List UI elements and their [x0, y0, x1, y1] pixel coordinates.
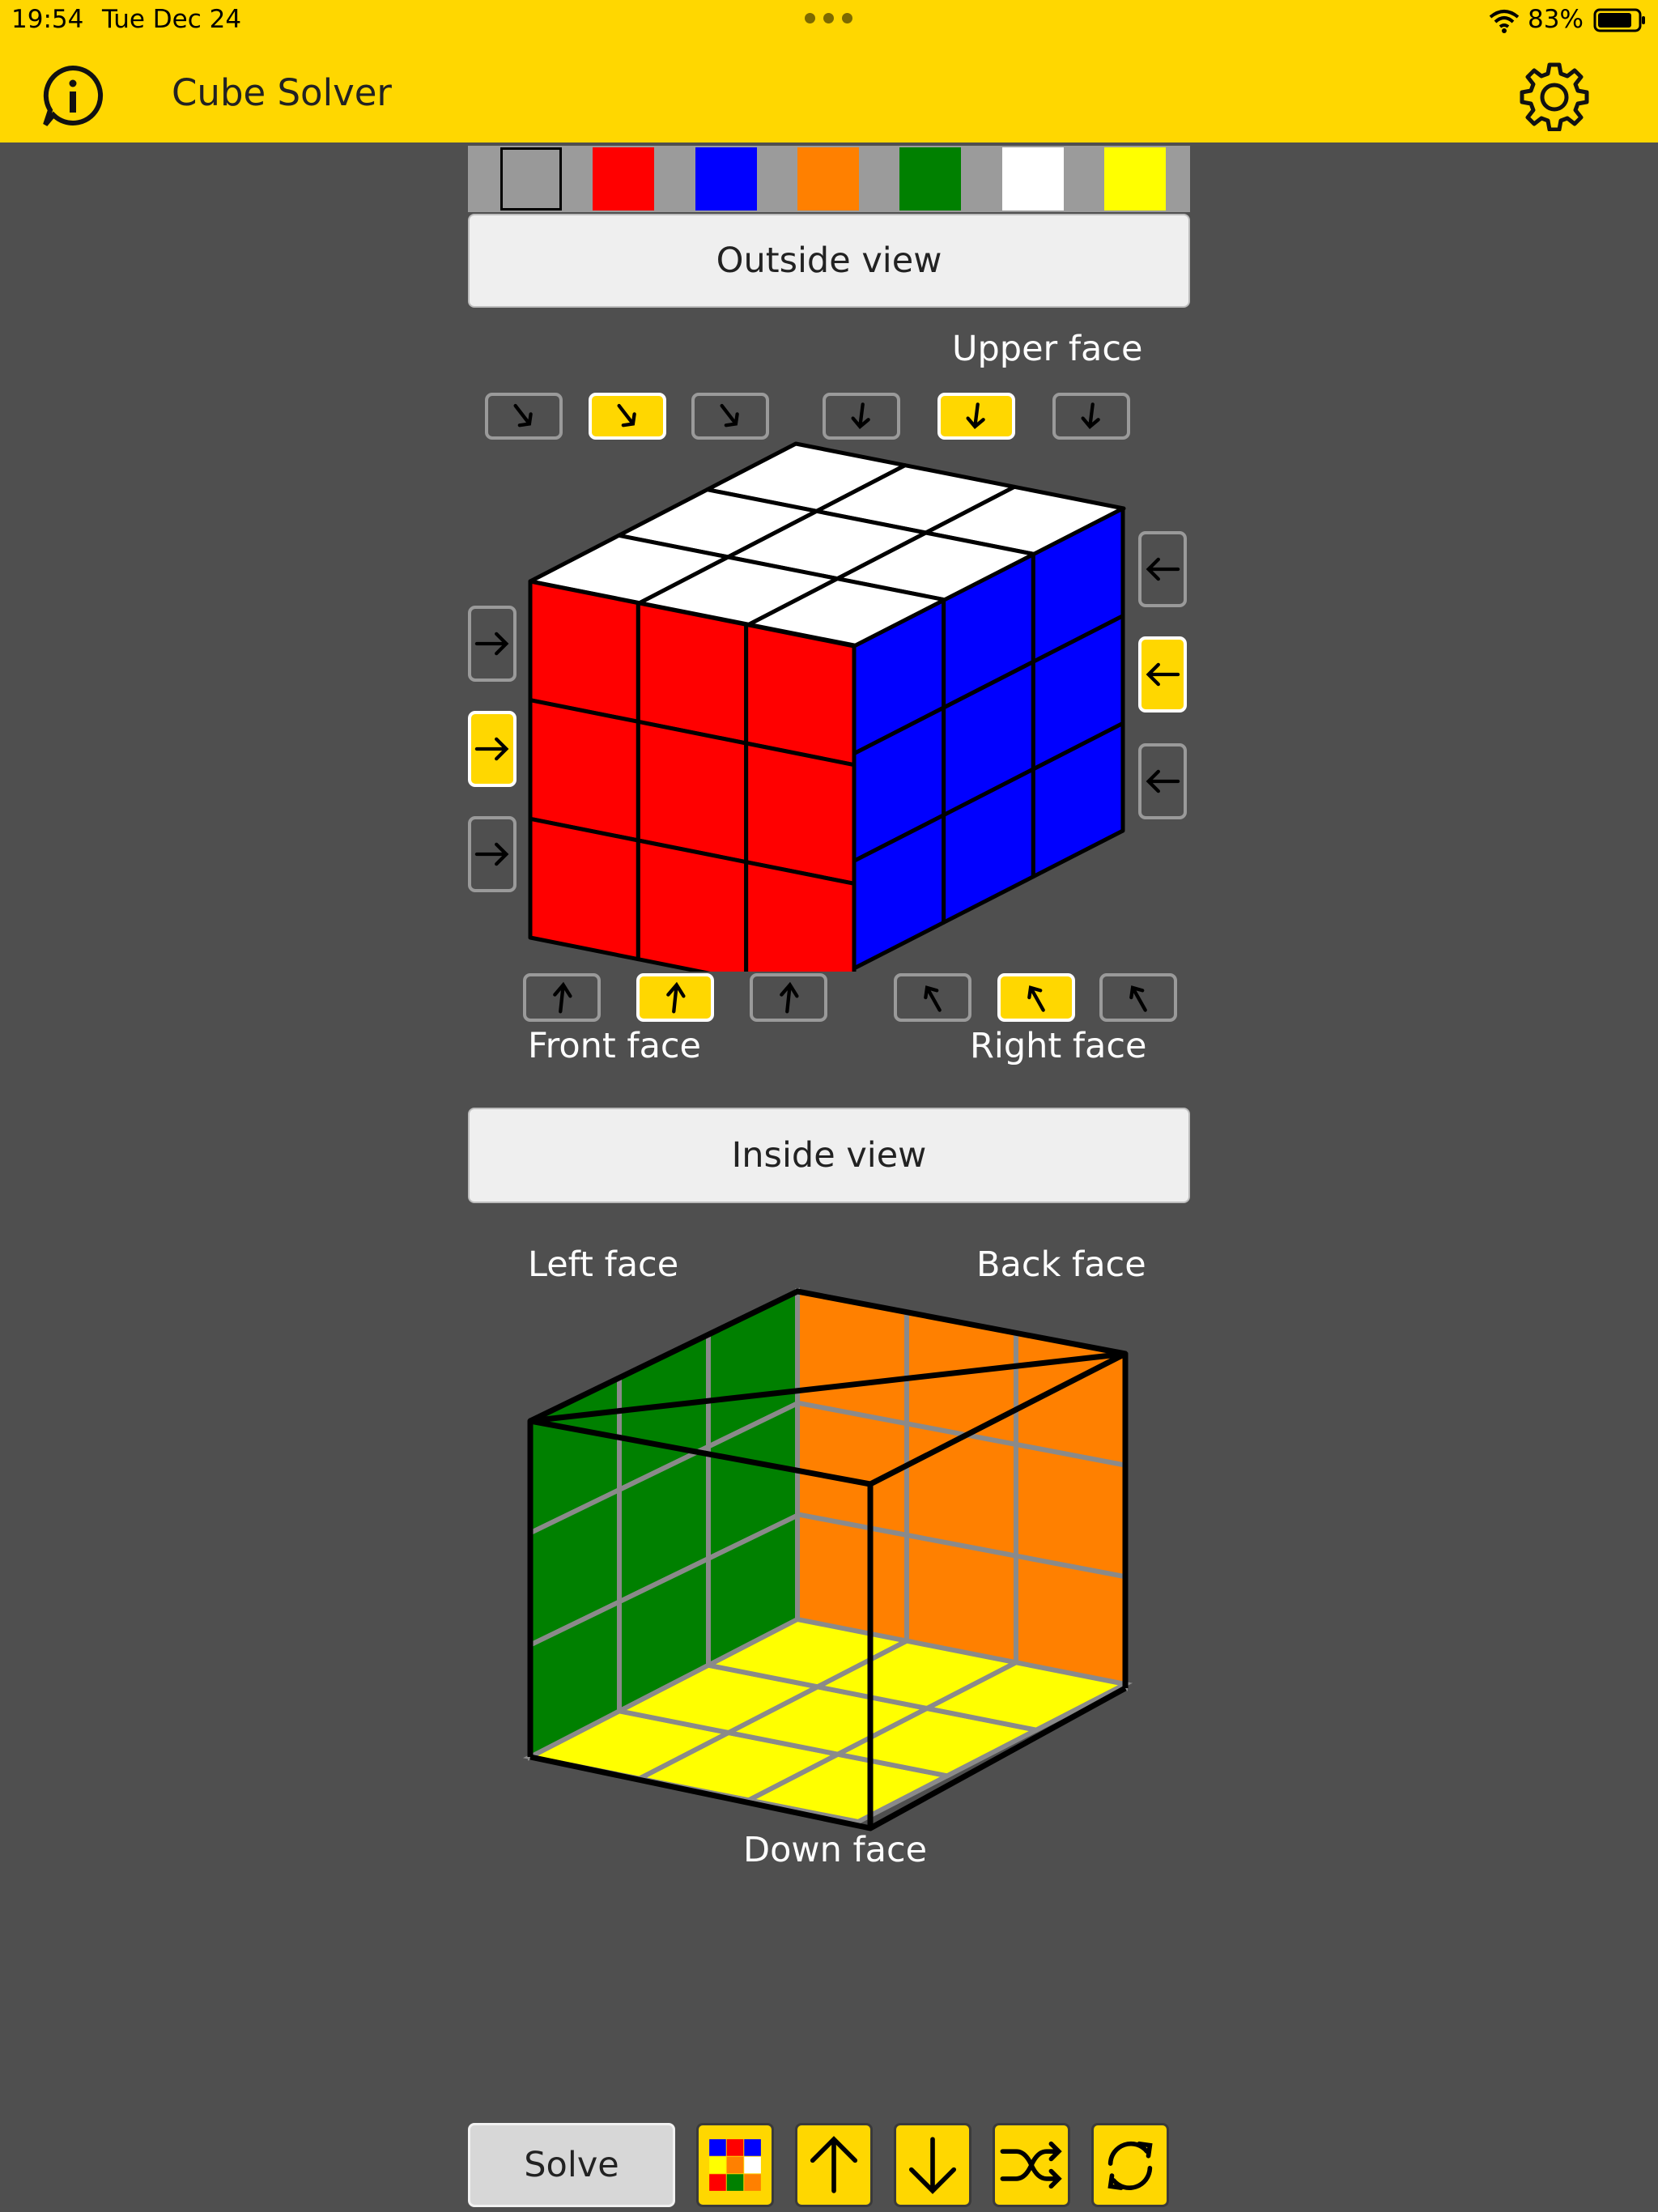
reset-icon	[1107, 2141, 1153, 2190]
solve-button[interactable]: Solve	[468, 2123, 675, 2207]
arrow-up-icon	[810, 2136, 858, 2193]
inside-cube	[522, 1287, 1133, 1831]
reset-button[interactable]	[1091, 2123, 1169, 2207]
down-face-label: Down face	[743, 1830, 928, 1870]
scramble-button[interactable]	[993, 2123, 1070, 2207]
arrow-down-icon	[908, 2137, 957, 2194]
move-up-button[interactable]	[795, 2123, 873, 2207]
colour-grid-button[interactable]	[696, 2123, 774, 2207]
move-down-button[interactable]	[894, 2123, 971, 2207]
colour-grid-icon	[709, 2139, 761, 2191]
shuffle-icon	[1000, 2141, 1062, 2189]
